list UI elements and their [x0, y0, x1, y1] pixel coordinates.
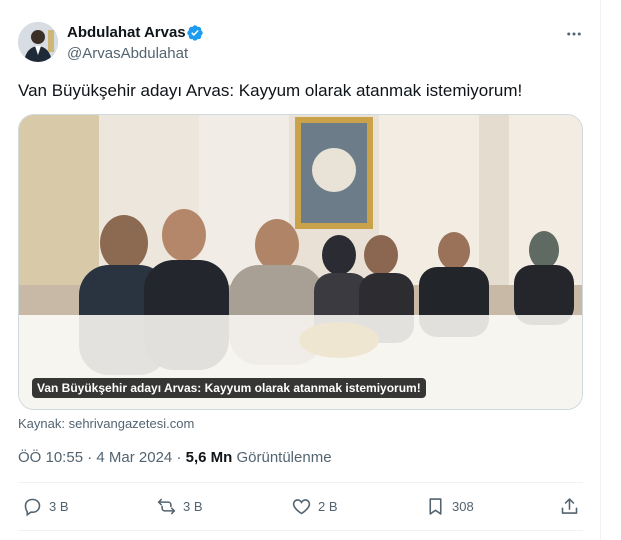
press-conference-photo	[19, 115, 582, 409]
tweet-date[interactable]: 4 Mar 2024	[96, 449, 172, 466]
views-label: Görüntülenme	[236, 449, 332, 466]
reply-icon	[24, 498, 41, 517]
meta-separator: ·	[83, 449, 97, 466]
display-name[interactable]: Abdulahat Arvas	[67, 24, 186, 41]
tweet-text: Van Büyükşehir adayı Arvas: Kayyum olara…	[18, 81, 523, 100]
timeline-border	[600, 0, 601, 540]
source-link[interactable]: Kaynak: sehrivangazetesi.com	[18, 416, 194, 431]
repost-count: 3 B	[183, 499, 203, 514]
tweet-media[interactable]: Van Büyükşehir adayı Arvas: Kayyum olara…	[18, 114, 583, 410]
share-icon	[561, 498, 578, 514]
divider	[18, 482, 583, 483]
divider	[18, 530, 583, 531]
like-button[interactable]: 2 B	[291, 496, 338, 517]
repost-button[interactable]: 3 B	[156, 496, 203, 517]
repost-icon	[157, 498, 176, 515]
avatar[interactable]	[18, 22, 58, 62]
more-options-button[interactable]	[562, 22, 586, 46]
verified-icon	[187, 25, 203, 41]
reply-count: 3 B	[49, 499, 69, 514]
media-caption: Van Büyükşehir adayı Arvas: Kayyum olara…	[32, 378, 426, 398]
meta-separator: ·	[172, 449, 186, 466]
tweet-meta: ÖÖ 10:55 · 4 Mar 2024 · 5,6 Mn Görüntüle…	[18, 449, 332, 466]
bookmark-icon	[429, 498, 442, 515]
bookmark-count: 308	[452, 499, 474, 514]
handle[interactable]: @ArvasAbdulahat	[67, 45, 188, 62]
reply-button[interactable]: 3 B	[22, 496, 69, 517]
like-icon	[292, 499, 311, 515]
bookmark-button[interactable]: 308	[425, 496, 474, 517]
like-count: 2 B	[318, 499, 338, 514]
share-button[interactable]	[559, 496, 580, 517]
tweet-time[interactable]: ÖÖ 10:55	[18, 449, 83, 466]
views-count: 5,6 Mn	[185, 449, 233, 466]
more-icon	[567, 32, 581, 36]
